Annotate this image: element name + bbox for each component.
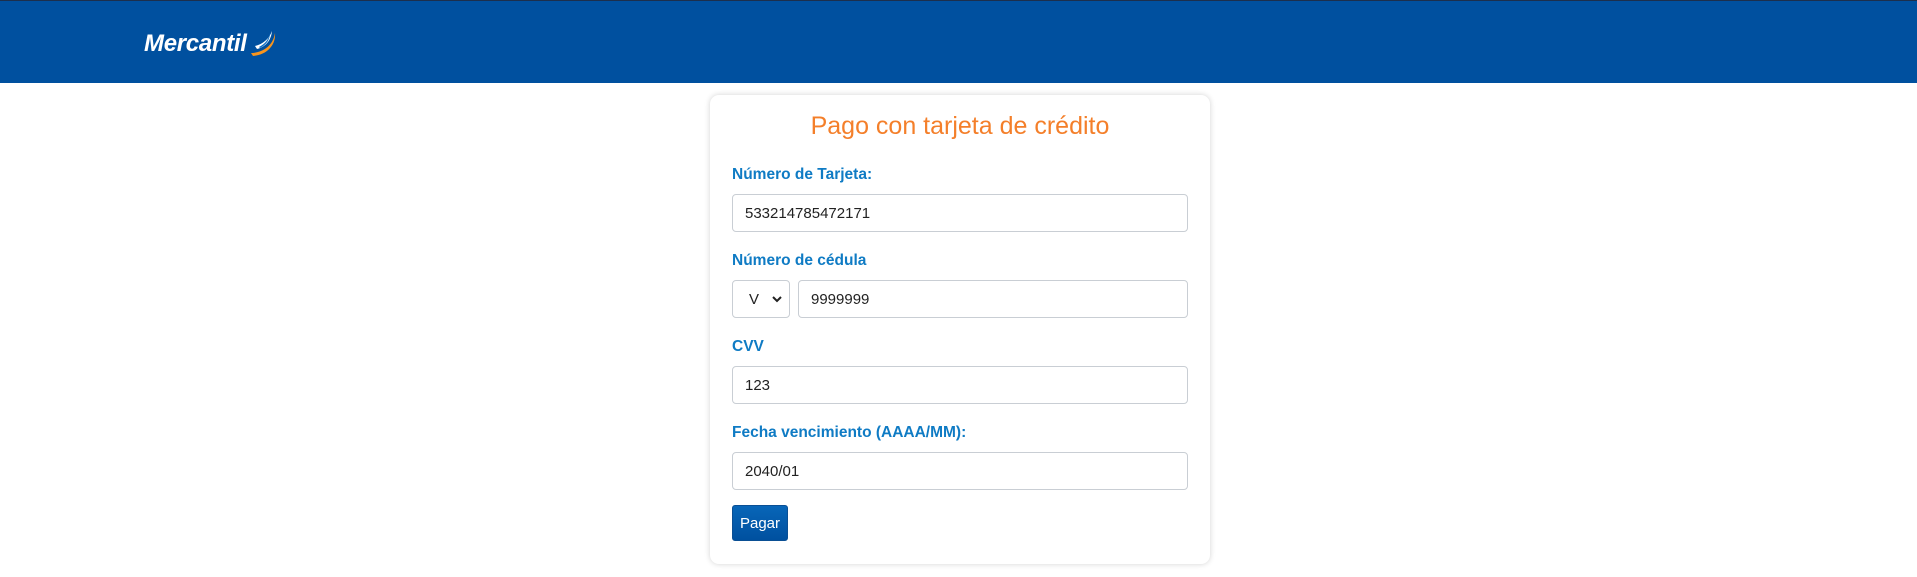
id-type-value: V <box>749 290 760 308</box>
id-number-value: 9999999 <box>811 290 870 308</box>
cvv-value: 123 <box>745 376 771 394</box>
cvv-input[interactable]: 123 <box>732 366 1188 404</box>
expiry-input[interactable]: 2040/01 <box>732 452 1188 490</box>
top-header-bar: Mercantil <box>0 0 1917 83</box>
card-number-label: Número de Tarjeta: <box>732 166 873 183</box>
card-number-input[interactable]: 533214785472171 <box>732 194 1188 232</box>
logo-text: Mercantil <box>144 30 247 57</box>
mercantil-logo[interactable]: Mercantil <box>144 26 279 62</box>
form-title: Pago con tarjeta de crédito <box>810 112 1110 140</box>
logo-swoosh-icon <box>250 31 275 56</box>
id-type-select[interactable]: V <box>732 280 790 318</box>
chevron-down-icon <box>772 296 782 303</box>
cvv-label: CVV <box>732 338 764 355</box>
payment-form-card: Pago con tarjeta de crédito Número de Ta… <box>710 95 1210 564</box>
id-number-input[interactable]: 9999999 <box>798 280 1188 318</box>
expiry-value: 2040/01 <box>745 462 800 480</box>
id-number-label: Número de cédula <box>732 252 867 269</box>
card-number-value: 533214785472171 <box>745 204 871 222</box>
pay-button[interactable]: Pagar <box>732 505 788 541</box>
expiry-label: Fecha vencimiento (AAAA/MM): <box>732 424 967 441</box>
